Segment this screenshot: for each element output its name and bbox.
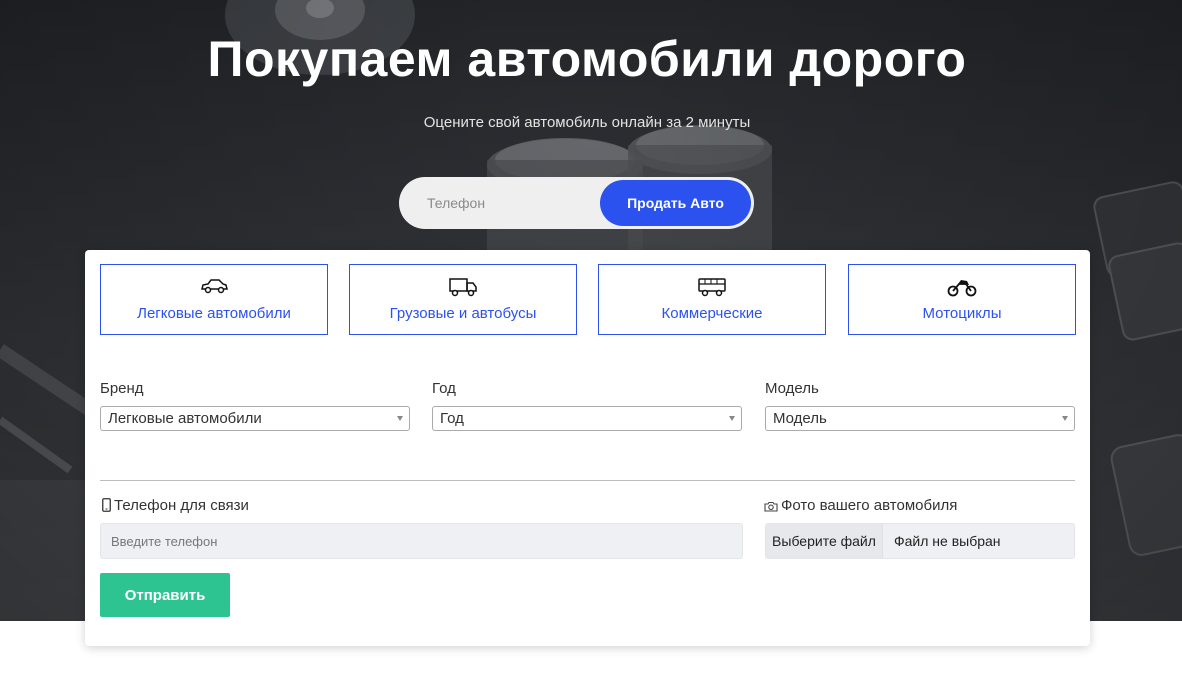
year-select-value: Год (440, 410, 464, 427)
photo-label: Фото вашего автомобиля (764, 497, 957, 514)
chevron-down-icon (1062, 416, 1068, 421)
year-label: Год (432, 380, 456, 397)
category-label: Коммерческие (661, 305, 763, 322)
bus-icon (599, 276, 825, 300)
model-select[interactable]: Модель (765, 406, 1075, 431)
hero-phone-input[interactable] (399, 177, 599, 229)
camera-icon (764, 501, 778, 512)
photo-label-text: Фото вашего автомобиля (781, 497, 958, 514)
submit-button[interactable]: Отправить (100, 573, 230, 617)
form-divider (100, 480, 1075, 481)
truck-icon (350, 276, 576, 300)
model-select-value: Модель (773, 410, 827, 427)
contact-phone-label: Телефон для связи (102, 497, 249, 514)
chevron-down-icon (397, 416, 403, 421)
category-label: Мотоциклы (922, 305, 1002, 322)
page-title: Покупаем автомобили дорого (207, 31, 967, 87)
choose-file-button[interactable]: Выберите файл (766, 524, 883, 558)
contact-phone-label-text: Телефон для связи (114, 497, 249, 514)
category-commercial[interactable]: Коммерческие (598, 264, 826, 335)
file-status-text: Файл не выбран (894, 533, 1001, 549)
category-trucks-buses[interactable]: Грузовые и автобусы (349, 264, 577, 335)
category-cars[interactable]: Легковые автомобили (100, 264, 328, 335)
page-subtitle: Оцените свой автомобиль онлайн за 2 мину… (423, 114, 751, 131)
brand-label: Бренд (100, 380, 144, 397)
category-motorcycles[interactable]: Мотоциклы (848, 264, 1076, 335)
mobile-phone-icon (102, 498, 111, 512)
category-label: Грузовые и автобусы (389, 305, 537, 322)
model-label: Модель (765, 380, 819, 397)
sell-car-button[interactable]: Продать Авто (600, 180, 751, 226)
year-select[interactable]: Год (432, 406, 742, 431)
contact-phone-input[interactable] (100, 523, 743, 559)
chevron-down-icon (729, 416, 735, 421)
brand-select-value: Легковые автомобили (108, 410, 262, 427)
car-icon (101, 276, 327, 300)
valuation-form-card: Легковые автомобили Грузовые и автобусы (85, 250, 1090, 646)
brand-select[interactable]: Легковые автомобили (100, 406, 410, 431)
motorcycle-icon (849, 276, 1075, 300)
photo-file-input: Выберите файл Файл не выбран (765, 523, 1075, 559)
category-label: Легковые автомобили (137, 305, 291, 322)
hero-sell-form: Продать Авто (399, 177, 754, 229)
